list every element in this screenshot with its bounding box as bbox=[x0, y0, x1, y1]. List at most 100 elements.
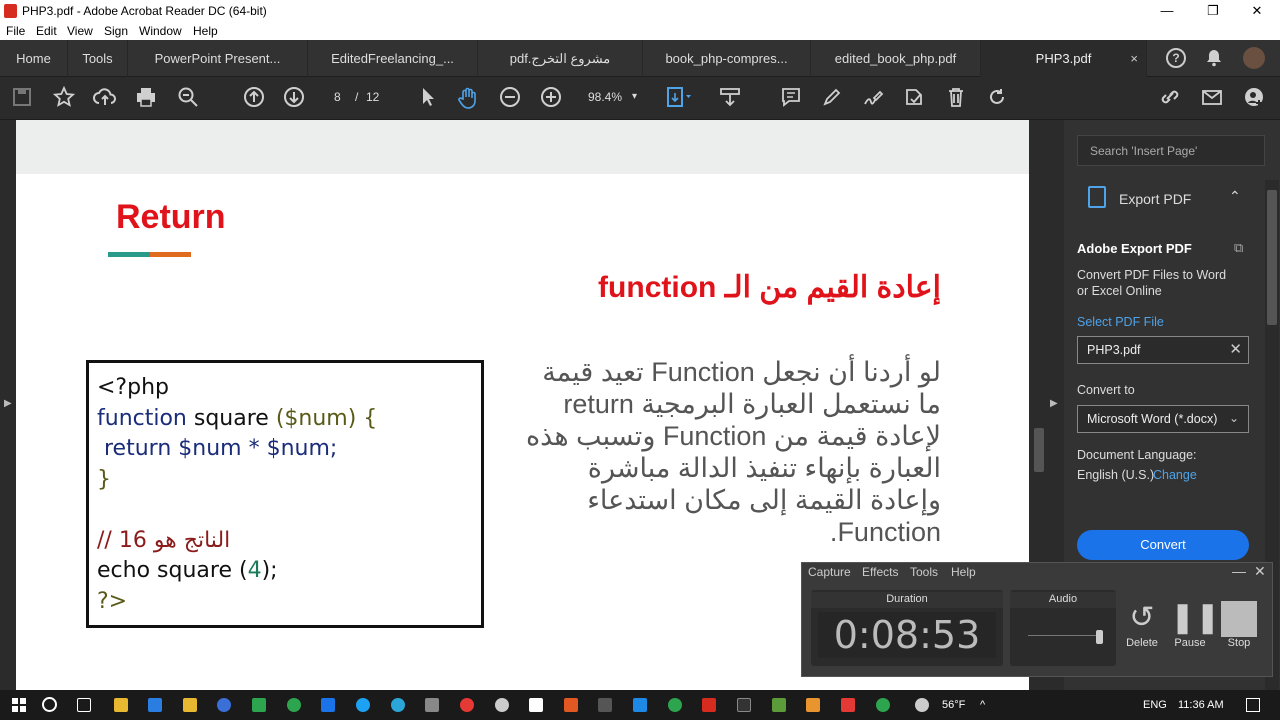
zoom-level[interactable]: 98.4% bbox=[588, 90, 622, 104]
upload-cloud-icon[interactable] bbox=[93, 86, 117, 110]
folder-icon[interactable] bbox=[183, 698, 197, 712]
zoom-in-icon[interactable] bbox=[539, 86, 563, 110]
select-cursor-icon[interactable] bbox=[416, 86, 440, 110]
tab-doc-powerpoint[interactable]: PowerPoint Present... bbox=[128, 40, 308, 77]
search-icon[interactable] bbox=[42, 697, 57, 712]
taskbar-app-icon[interactable] bbox=[841, 698, 855, 712]
weather-icon[interactable] bbox=[915, 698, 929, 712]
chrome-icon[interactable] bbox=[287, 698, 301, 712]
close-tab-icon[interactable]: × bbox=[1130, 40, 1138, 77]
file-explorer-icon[interactable] bbox=[114, 698, 128, 712]
fit-page-icon[interactable] bbox=[666, 86, 691, 110]
convert-button[interactable]: Convert bbox=[1077, 530, 1249, 560]
avatar[interactable] bbox=[1243, 47, 1265, 69]
taskbar-app-icon[interactable] bbox=[425, 698, 439, 712]
mail-icon[interactable] bbox=[321, 698, 335, 712]
star-icon[interactable] bbox=[52, 85, 76, 110]
scrollbar-thumb[interactable] bbox=[1267, 190, 1277, 325]
notion-icon[interactable] bbox=[529, 698, 543, 712]
recorder-menu-effects[interactable]: Effects bbox=[862, 565, 898, 579]
zoom-search-icon[interactable] bbox=[176, 86, 200, 110]
windows-start-icon[interactable] bbox=[12, 698, 26, 712]
recorder-menu-capture[interactable]: Capture bbox=[808, 565, 851, 579]
delete-icon[interactable] bbox=[944, 86, 968, 110]
rotate-icon[interactable] bbox=[985, 86, 1009, 110]
office-icon[interactable] bbox=[564, 698, 578, 712]
pause-recording-button[interactable]: ❚❚ Pause bbox=[1170, 601, 1220, 649]
recorder-menu-help[interactable]: Help bbox=[951, 565, 976, 579]
minimize-button[interactable]: — bbox=[1144, 0, 1190, 22]
close-button[interactable]: ✕ bbox=[1234, 0, 1280, 22]
sign-icon[interactable] bbox=[861, 86, 885, 110]
help-icon[interactable]: ? bbox=[1166, 48, 1186, 68]
email-icon[interactable] bbox=[1200, 86, 1224, 110]
tray-chevron-icon[interactable]: ^ bbox=[980, 699, 985, 711]
taskbar-app-icon[interactable] bbox=[806, 698, 820, 712]
tab-home[interactable]: Home bbox=[0, 40, 68, 77]
comment-icon[interactable] bbox=[779, 86, 803, 110]
insert-page-search-input[interactable]: Search 'Insert Page' bbox=[1077, 135, 1265, 166]
stop-recording-button[interactable]: Stop bbox=[1219, 601, 1259, 649]
share-link-icon[interactable] bbox=[1158, 86, 1182, 110]
stamp-icon[interactable] bbox=[902, 86, 926, 110]
terminal-icon[interactable] bbox=[737, 698, 751, 712]
taskbar-app-icon[interactable] bbox=[598, 698, 612, 712]
telegram-icon[interactable] bbox=[356, 698, 370, 712]
menu-edit[interactable]: Edit bbox=[36, 24, 57, 38]
change-language-link[interactable]: Change bbox=[1153, 468, 1197, 482]
menu-file[interactable]: File bbox=[6, 24, 25, 38]
scrollbar-thumb[interactable] bbox=[1034, 428, 1044, 472]
notification-icon[interactable] bbox=[1246, 698, 1260, 712]
tab-tools[interactable]: Tools bbox=[68, 40, 128, 77]
collapse-right-panel-icon[interactable]: ▶ bbox=[1050, 398, 1058, 409]
page-number-input[interactable]: 8 bbox=[334, 90, 341, 104]
menu-window[interactable]: Window bbox=[139, 24, 182, 38]
convert-format-select[interactable]: Microsoft Word (*.docx) ⌄ bbox=[1077, 405, 1249, 433]
taskbar-app-icon[interactable] bbox=[495, 698, 509, 712]
next-page-icon[interactable] bbox=[282, 86, 306, 110]
bell-icon[interactable] bbox=[1204, 48, 1224, 73]
input-language[interactable]: ENG bbox=[1143, 699, 1167, 711]
hand-tool-icon[interactable] bbox=[456, 86, 480, 110]
taskbar-app-icon[interactable] bbox=[772, 698, 786, 712]
expand-left-icon[interactable]: ▶ bbox=[4, 398, 12, 409]
recorder-menu-tools[interactable]: Tools bbox=[910, 565, 938, 579]
recorder-minimize-button[interactable]: — bbox=[1232, 563, 1246, 579]
weather-temperature[interactable]: 56°F bbox=[942, 699, 965, 711]
zoom-dropdown-icon[interactable]: ▾ bbox=[632, 91, 637, 102]
previous-page-icon[interactable] bbox=[242, 86, 266, 110]
tab-doc-edited-book-php[interactable]: edited_book_php.pdf bbox=[811, 40, 981, 77]
menu-view[interactable]: View bbox=[67, 24, 93, 38]
opera-icon[interactable] bbox=[460, 698, 474, 712]
clock-time[interactable]: 11:36 AM bbox=[1178, 699, 1224, 711]
selected-file-field[interactable]: PHP3.pdf ✕ bbox=[1077, 336, 1249, 364]
menu-sign[interactable]: Sign bbox=[104, 24, 128, 38]
chrome-icon[interactable] bbox=[668, 698, 682, 712]
tab-doc-editedfreelancing[interactable]: EditedFreelancing_... bbox=[308, 40, 478, 77]
highlight-pen-icon[interactable] bbox=[820, 86, 844, 110]
tab-doc-graduation-project[interactable]: pdf.مشروع التخرج bbox=[478, 40, 643, 77]
tab-doc-php3[interactable]: PHP3.pdf × bbox=[981, 40, 1147, 77]
taskbar-app-icon[interactable] bbox=[633, 698, 647, 712]
task-view-icon[interactable] bbox=[77, 698, 91, 712]
select-pdf-file-link[interactable]: Select PDF File bbox=[1077, 315, 1164, 329]
save-icon[interactable] bbox=[10, 86, 34, 110]
acrobat-taskbar-icon[interactable] bbox=[702, 698, 716, 712]
chevron-up-icon[interactable]: ⌃ bbox=[1229, 188, 1241, 205]
teams-icon[interactable] bbox=[217, 698, 231, 712]
scroll-mode-icon[interactable] bbox=[718, 86, 742, 110]
drive-icon[interactable] bbox=[252, 698, 266, 712]
zoom-out-icon[interactable] bbox=[498, 86, 522, 110]
tab-doc-book-php-compressed[interactable]: book_php-compres... bbox=[643, 40, 811, 77]
add-user-icon[interactable] bbox=[1242, 86, 1266, 110]
edge-icon[interactable] bbox=[391, 698, 405, 712]
clear-file-icon[interactable]: ✕ bbox=[1229, 340, 1242, 358]
maximize-button[interactable]: ❐ bbox=[1190, 0, 1236, 22]
recorder-close-button[interactable]: ✕ bbox=[1254, 563, 1266, 580]
export-pdf-header[interactable]: Export PDF ⌃ bbox=[1064, 182, 1280, 216]
taskbar-app-icon[interactable] bbox=[148, 698, 162, 712]
print-icon[interactable] bbox=[134, 86, 158, 110]
left-panel-toggle[interactable]: ▶ bbox=[0, 120, 16, 690]
audio-level-slider[interactable] bbox=[1096, 630, 1103, 644]
menu-help[interactable]: Help bbox=[193, 24, 218, 38]
